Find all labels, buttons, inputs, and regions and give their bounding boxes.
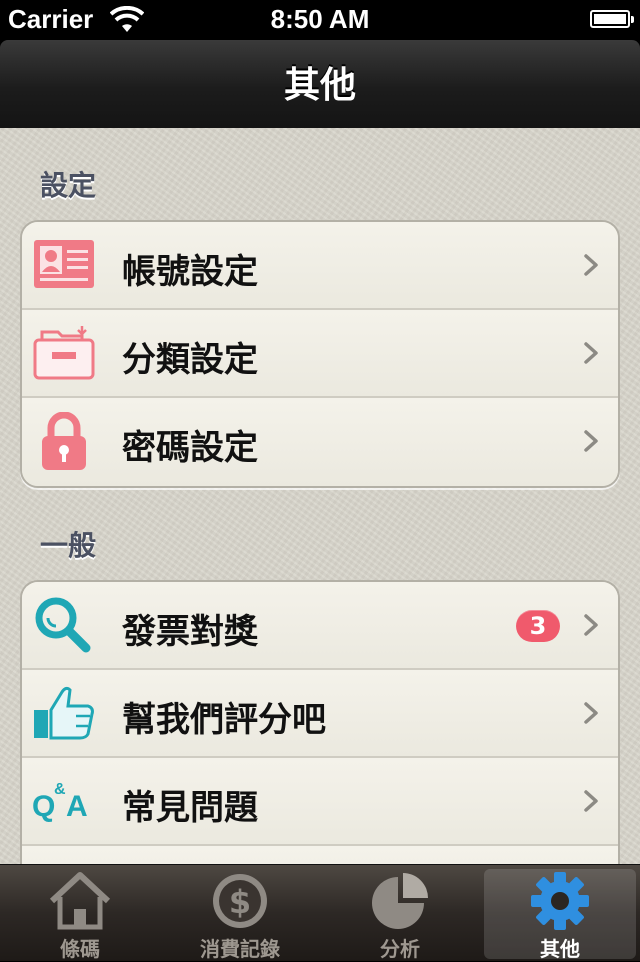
thumbs-up-icon — [34, 686, 94, 740]
qa-icon: Q & A — [32, 781, 88, 823]
row-rate-us[interactable]: 幫我們評分吧 — [22, 670, 618, 758]
tab-expense-records[interactable]: $ 消費記錄 — [160, 865, 320, 961]
lock-icon — [42, 412, 86, 470]
row-label: 發票對獎 — [122, 612, 258, 652]
settings-list[interactable]: 設定 帳號設定 分類設定 密碼設定 一般 發票對獎 3 幫我們評分吧 Q & A… — [0, 128, 640, 864]
section-header-settings: 設定 — [40, 169, 97, 202]
row-label: 密碼設定 — [122, 428, 258, 468]
settings-group: 帳號設定 分類設定 密碼設定 — [20, 220, 620, 488]
row-partial[interactable] — [22, 846, 618, 864]
row-password-settings[interactable]: 密碼設定 — [22, 398, 618, 486]
gear-icon — [531, 872, 589, 930]
tab-other[interactable]: 其他 — [480, 865, 640, 961]
section-header-general: 一般 — [40, 529, 97, 562]
tab-label: 條碼 — [60, 937, 100, 961]
battery-icon — [590, 10, 634, 28]
row-label: 常見問題 — [122, 788, 258, 828]
row-label: 分類設定 — [122, 340, 258, 380]
pie-chart-icon — [372, 873, 428, 929]
search-icon — [35, 597, 91, 653]
tab-analysis[interactable]: 分析 — [320, 865, 480, 961]
svg-text:Q: Q — [32, 790, 55, 823]
page-title: 其他 — [283, 65, 356, 106]
status-bar: Carrier 8:50 AM — [0, 0, 640, 40]
chevron-right-icon — [584, 790, 598, 812]
folder-icon — [33, 326, 95, 380]
chevron-right-icon — [584, 430, 598, 452]
svg-text:$: $ — [229, 883, 251, 921]
chevron-right-icon — [584, 342, 598, 364]
chevron-right-icon — [584, 702, 598, 724]
tab-label: 其他 — [540, 937, 580, 961]
svg-text:&: & — [54, 781, 66, 798]
tab-barcode[interactable]: 條碼 — [0, 865, 160, 961]
notification-badge: 3 — [516, 610, 560, 642]
row-invoice-lottery[interactable]: 發票對獎 3 — [22, 582, 618, 670]
row-label: 幫我們評分吧 — [122, 700, 326, 740]
home-icon — [49, 872, 111, 930]
chevron-right-icon — [584, 614, 598, 636]
navigation-bar: 其他 — [0, 40, 640, 129]
chevron-right-icon — [584, 254, 598, 276]
tab-label: 分析 — [380, 937, 420, 961]
dollar-coin-icon: $ — [213, 874, 267, 928]
row-label: 帳號設定 — [122, 252, 258, 292]
tab-label: 消費記錄 — [200, 937, 280, 961]
id-card-icon — [34, 240, 94, 288]
clock-label: 8:50 AM — [270, 4, 370, 34]
row-faq[interactable]: Q & A 常見問題 — [22, 758, 618, 846]
general-group: 發票對獎 3 幫我們評分吧 Q & A 常見問題 — [20, 580, 620, 864]
svg-text:A: A — [66, 790, 88, 823]
row-account-settings[interactable]: 帳號設定 — [22, 222, 618, 310]
tab-bar: 條碼 $ 消費記錄 分析 其他 — [0, 864, 640, 961]
row-category-settings[interactable]: 分類設定 — [22, 310, 618, 398]
